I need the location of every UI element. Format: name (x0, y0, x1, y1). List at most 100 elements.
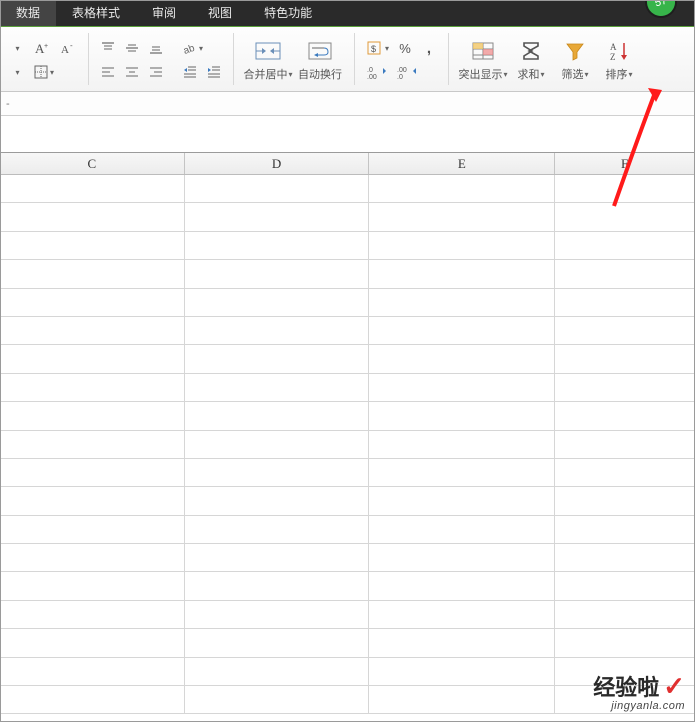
menu-item-table-style[interactable]: 表格样式 (56, 0, 136, 26)
cell[interactable] (185, 260, 370, 287)
cell[interactable] (369, 175, 555, 202)
decrease-decimal-button[interactable]: .00 .0 (393, 60, 421, 84)
cell[interactable] (369, 459, 555, 486)
cell[interactable] (555, 402, 695, 429)
font-color-dropdown[interactable]: ▾ (6, 60, 28, 84)
menu-item-review[interactable]: 审阅 (136, 0, 192, 26)
sum-button[interactable]: 求和▾ (509, 31, 553, 89)
column-header-d[interactable]: D (185, 153, 370, 174)
column-header-f[interactable]: F (555, 153, 695, 174)
decrease-font-button[interactable]: A - (56, 36, 80, 60)
cell[interactable] (369, 345, 555, 372)
cell[interactable] (0, 572, 185, 599)
cell[interactable] (555, 175, 695, 202)
cell[interactable] (369, 317, 555, 344)
cell[interactable] (555, 572, 695, 599)
cell[interactable] (555, 374, 695, 401)
cell[interactable] (0, 459, 185, 486)
cell[interactable] (555, 459, 695, 486)
percent-button[interactable]: % (394, 36, 416, 60)
cell[interactable] (0, 544, 185, 571)
cell[interactable] (555, 516, 695, 543)
cell[interactable] (0, 487, 185, 514)
cell[interactable] (555, 658, 695, 685)
align-bottom-button[interactable] (145, 36, 167, 60)
cell[interactable] (555, 317, 695, 344)
cell[interactable] (0, 203, 185, 230)
cell[interactable] (185, 459, 370, 486)
menu-item-view[interactable]: 视图 (192, 0, 248, 26)
cell[interactable] (0, 260, 185, 287)
cell[interactable] (0, 175, 185, 202)
sort-button[interactable]: A Z 排序▾ (597, 31, 641, 89)
cell[interactable] (555, 232, 695, 259)
column-header-e[interactable]: E (369, 153, 555, 174)
cell[interactable] (369, 232, 555, 259)
cell[interactable] (369, 487, 555, 514)
border-button[interactable]: ▾ (30, 60, 57, 84)
cell[interactable] (185, 431, 370, 458)
cell[interactable] (185, 232, 370, 259)
cell[interactable] (369, 516, 555, 543)
cell[interactable] (185, 686, 370, 713)
filter-button[interactable]: 筛选▾ (553, 31, 597, 89)
cell[interactable] (555, 203, 695, 230)
cell[interactable] (0, 629, 185, 656)
cell[interactable] (369, 402, 555, 429)
cell[interactable] (555, 686, 695, 713)
cell[interactable] (369, 658, 555, 685)
cell[interactable] (185, 289, 370, 316)
font-dropdown[interactable]: ▾ (6, 36, 28, 60)
cell[interactable] (0, 317, 185, 344)
menu-item-special[interactable]: 特色功能 (248, 0, 328, 26)
cell[interactable] (0, 431, 185, 458)
cell[interactable] (0, 345, 185, 372)
orientation-button[interactable]: ab ▾ (179, 36, 206, 60)
decrease-indent-button[interactable] (179, 60, 201, 84)
cell[interactable] (0, 402, 185, 429)
cell[interactable] (0, 658, 185, 685)
align-top-button[interactable] (97, 36, 119, 60)
cell[interactable] (185, 572, 370, 599)
cell[interactable] (185, 175, 370, 202)
increase-indent-button[interactable] (203, 60, 225, 84)
notification-badge[interactable]: 57 (641, 0, 680, 22)
increase-font-button[interactable]: A + (30, 36, 54, 60)
cell[interactable] (555, 601, 695, 628)
merge-center-button[interactable]: 合并居中▾ (242, 31, 294, 89)
cell[interactable] (185, 345, 370, 372)
cell[interactable] (369, 686, 555, 713)
cell[interactable] (0, 232, 185, 259)
cell[interactable] (0, 601, 185, 628)
cell[interactable] (185, 374, 370, 401)
cell[interactable] (555, 544, 695, 571)
cell[interactable] (369, 601, 555, 628)
cell[interactable] (185, 601, 370, 628)
cell[interactable] (185, 629, 370, 656)
cell[interactable] (185, 658, 370, 685)
number-format-button[interactable]: $ ▾ (363, 36, 392, 60)
cell[interactable] (369, 431, 555, 458)
cell[interactable] (369, 260, 555, 287)
cell[interactable] (555, 487, 695, 514)
cell[interactable] (369, 572, 555, 599)
cell[interactable] (369, 544, 555, 571)
align-middle-button[interactable] (121, 36, 143, 60)
cell[interactable] (0, 289, 185, 316)
align-left-button[interactable] (97, 60, 119, 84)
cell[interactable] (369, 374, 555, 401)
cell[interactable] (555, 629, 695, 656)
cell[interactable] (0, 374, 185, 401)
cell[interactable] (185, 317, 370, 344)
wrap-text-button[interactable]: 自动换行 (294, 31, 346, 89)
highlight-button[interactable]: 突出显示▾ (457, 31, 509, 89)
cell[interactable] (0, 686, 185, 713)
cell[interactable] (185, 203, 370, 230)
cell[interactable] (0, 516, 185, 543)
cell[interactable] (369, 629, 555, 656)
cell[interactable] (555, 345, 695, 372)
cell[interactable] (185, 402, 370, 429)
cell[interactable] (369, 289, 555, 316)
comma-button[interactable]: , (418, 36, 440, 60)
menu-item-data[interactable]: 数据 (0, 0, 56, 26)
